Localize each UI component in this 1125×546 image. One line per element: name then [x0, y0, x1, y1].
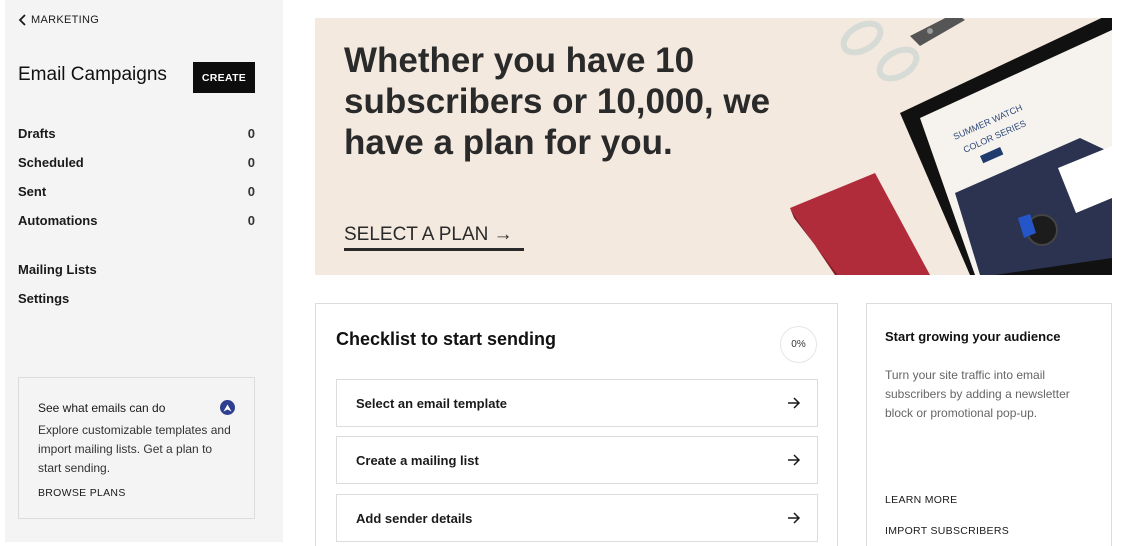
checklist-item-label: Select an email template [356, 395, 508, 411]
nav-count: 0 [247, 126, 255, 141]
checklist-item-label: Add sender details [356, 510, 473, 526]
nav-count: 0 [247, 184, 255, 199]
promo-body: Explore customizable templates and impor… [38, 423, 231, 475]
import-subscribers-link[interactable]: IMPORT SUBSCRIBERS [885, 525, 1009, 537]
sidebar-item-sent[interactable]: Sent 0 [18, 184, 255, 213]
arrow-right-icon [788, 454, 801, 466]
audience-card: Start growing your audience Turn your si… [866, 303, 1112, 546]
nav-count: 0 [247, 155, 255, 170]
arrow-right-icon [788, 512, 801, 524]
checklist-item-template[interactable]: Select an email template [336, 379, 818, 427]
scissors-icon [840, 18, 965, 82]
arrow-right-icon [788, 397, 801, 409]
nav-label: Automations [18, 213, 98, 228]
sidebar-item-settings[interactable]: Settings [18, 291, 255, 320]
tablet-image: SUMMER WATCH COLOR SERIES [900, 18, 1112, 275]
nav-label: Sent [18, 184, 47, 199]
checklist-item-sender-details[interactable]: Add sender details [336, 494, 818, 542]
checklist-title: Checklist to start sending [336, 329, 557, 349]
nav-count: 0 [247, 213, 255, 228]
promo-title: See what emails can do [38, 400, 166, 415]
browse-plans-link[interactable]: BROWSE PLANS [38, 487, 235, 499]
sidebar-item-mailing-lists[interactable]: Mailing Lists [18, 262, 255, 291]
checklist-progress-badge: 0% [780, 326, 817, 363]
notebook-image [790, 173, 930, 275]
back-link-label: MARKETING [31, 14, 100, 26]
chevron-left-icon [18, 14, 26, 26]
nav-label: Settings [18, 291, 70, 306]
sidebar-item-scheduled[interactable]: Scheduled 0 [18, 155, 255, 184]
audience-body: Turn your site traffic into email subscr… [885, 368, 1070, 420]
sidebar-item-automations[interactable]: Automations 0 [18, 213, 255, 242]
sidebar: MARKETING Email Campaigns CREATE Drafts … [5, 0, 283, 542]
select-plan-link[interactable]: SELECT A PLAN → [344, 224, 524, 251]
learn-more-link[interactable]: LEARN MORE [885, 494, 957, 506]
nav-label: Scheduled [18, 155, 84, 170]
back-to-marketing-link[interactable]: MARKETING [18, 14, 99, 26]
hero-illustration: SUMMER WATCH COLOR SERIES [790, 18, 1112, 275]
audience-title: Start growing your audience [885, 329, 1061, 344]
page-title: Email Campaigns [18, 64, 167, 85]
secondary-nav: Mailing Lists Settings [18, 262, 255, 320]
checklist-card: Checklist to start sending 0% Select an … [315, 303, 838, 546]
checklist-item-label: Create a mailing list [356, 452, 479, 468]
sidebar-item-drafts[interactable]: Drafts 0 [18, 126, 255, 155]
promo-card: See what emails can do Explore customiza… [18, 377, 255, 519]
hero-title: Whether you have 10 subscribers or 10,00… [344, 41, 771, 162]
collapse-up-icon[interactable] [220, 400, 235, 415]
checklist-item-mailing-list[interactable]: Create a mailing list [336, 436, 818, 484]
create-button[interactable]: CREATE [193, 62, 255, 93]
nav-label: Mailing Lists [18, 262, 97, 277]
hero-banner: Whether you have 10 subscribers or 10,00… [315, 18, 1112, 275]
campaign-nav: Drafts 0 Scheduled 0 Sent 0 Automations … [18, 126, 255, 242]
nav-label: Drafts [18, 126, 56, 141]
